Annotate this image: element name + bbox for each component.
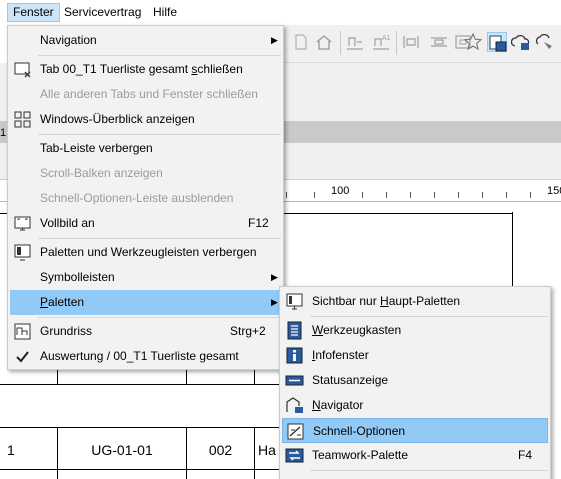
arrange-icon[interactable] [345,32,365,52]
tag-cloud-icon[interactable] [535,32,555,52]
ruler-label-100: 100 [331,185,350,197]
menu-item-info-window[interactable]: Infofenster [282,343,548,368]
star-icon[interactable] [463,32,483,52]
menu-item-auswertung[interactable]: Auswertung / 00_T1 Tuerliste gesamt [10,344,281,369]
page-icon[interactable] [291,32,311,52]
teamwork-icon [285,446,304,465]
chevron-right-icon: ▶ [271,35,278,45]
menu-item-navigation[interactable]: Navigation ▶ [10,28,281,53]
svg-text:A1: A1 [382,35,391,42]
menu-item-windows-overview[interactable]: Windows-Überblick anzeigen [10,107,281,132]
table-cell: Ha [258,442,276,458]
left-number: 1 [0,127,7,139]
status-bar-icon [285,371,304,390]
menu-item-toolbox[interactable]: Werkzeugkasten [282,318,548,343]
chevron-right-icon: ▶ [271,297,278,307]
floorplan-icon [13,322,32,341]
toolbox-icon [285,321,304,340]
menu-servicevertrag[interactable]: Servicevertrag [59,3,146,22]
menu-item-quick-options[interactable]: Schnell-Optionen [282,418,548,443]
split-horizontal-icon[interactable] [429,32,449,52]
menu-item-main-palettes-only[interactable]: Sichtbar nur Haupt-Paletten [282,289,548,314]
table-cell: 1 [7,442,15,458]
main-palettes-icon [285,292,304,311]
menu-item-fullscreen[interactable]: Vollbild an F12 [10,211,281,236]
hide-palettes-icon [13,243,32,262]
chevron-right-icon: ▶ [271,272,278,282]
menu-item-toolbars[interactable]: Symbolleisten ▶ [10,265,281,290]
fullscreen-icon [13,214,32,233]
menu-item-close-tab[interactable]: Tab 00_T1 Tuerliste gesamt schließen [10,57,281,82]
menu-hilfe[interactable]: Hilfe [148,3,182,22]
layout-window-icon[interactable] [487,32,507,52]
table-cell: UG-01-01 [91,442,153,458]
table-cell: 002 [208,442,233,458]
menu-item-navigator[interactable]: Navigator [282,393,548,418]
close-window-icon [13,60,32,79]
ruler-label-150: 150 [547,185,561,197]
menu-item-status-bar[interactable]: Statusanzeige [282,368,548,393]
toolbar: A1 [283,25,561,63]
menubar: Fenster Servicevertrag Hilfe [0,0,561,25]
fenster-menu: Navigation ▶ Tab 00_T1 Tuerliste gesamt … [7,25,284,370]
home-icon[interactable] [314,32,334,52]
paletten-submenu: Sichtbar nur Haupt-Paletten Werkzeugkast… [279,286,551,479]
info-icon [285,346,304,365]
checkmark-icon [13,347,32,366]
navigator-cloud-icon[interactable] [510,32,531,52]
menu-item-show-scrollbars: Scroll-Balken anzeigen [40,166,163,180]
menu-item-teamwork[interactable]: Teamwork-Palette F4 [282,443,548,468]
quick-options-icon [286,422,305,441]
tiles-icon [13,110,32,129]
arrange-a1-icon[interactable]: A1 [371,32,391,52]
menu-item-grundriss[interactable]: Grundriss Strg+2 [10,319,281,344]
split-vertical-icon[interactable] [401,32,421,52]
menu-item-palettes[interactable]: Paletten ▶ [10,290,281,315]
menu-fenster[interactable]: Fenster [7,3,60,22]
menu-item-hide-quick-options: Schnell-Optionen-Leiste ausblenden [40,191,234,205]
navigator-icon [285,396,304,415]
menu-item-close-others: Alle anderen Tabs und Fenster schließen [40,87,258,101]
menu-item-hide-tabbar[interactable]: Tab-Leiste verbergen [10,136,281,161]
menu-item-hide-palettes[interactable]: Paletten und Werkzeugleisten verbergen [10,240,281,265]
